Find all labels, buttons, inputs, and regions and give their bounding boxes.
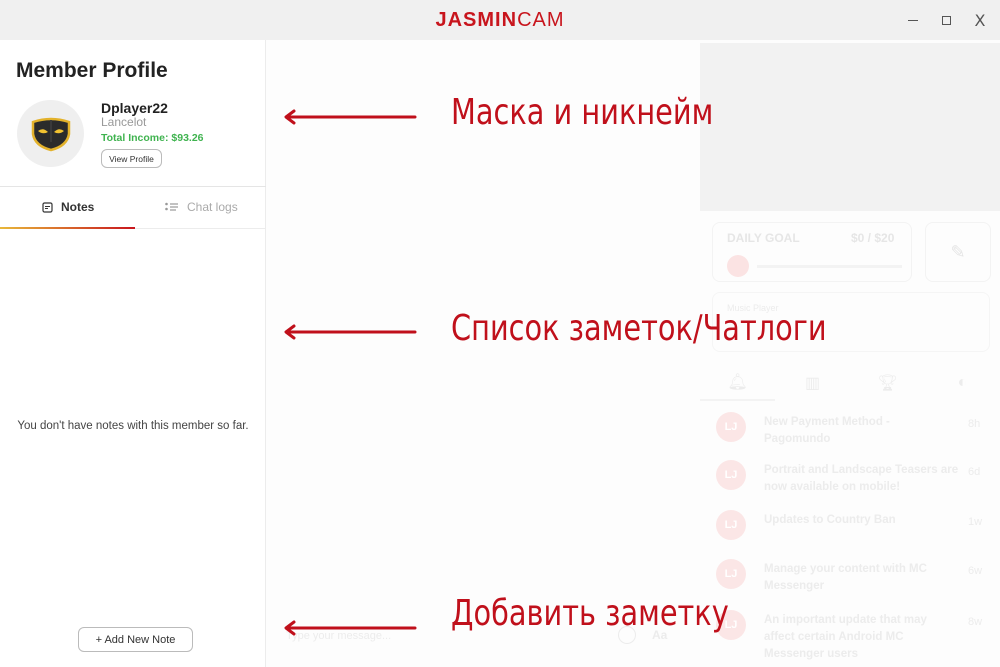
avatar bbox=[17, 100, 84, 167]
empty-notes-message: You don't have notes with this member so… bbox=[17, 420, 249, 432]
tab-notes[interactable]: Notes bbox=[42, 198, 94, 216]
notification-item[interactable]: LJ Portrait and Landscape Teasers are now… bbox=[716, 460, 986, 500]
goal-progress-bar bbox=[757, 265, 902, 268]
app-logo: JASMINCAM bbox=[435, 9, 565, 31]
member-username: Dplayer22 bbox=[101, 100, 168, 116]
lj-avatar-icon: LJ bbox=[716, 559, 746, 589]
lj-avatar-icon: LJ bbox=[716, 460, 746, 490]
bell-icon[interactable]: 🔔︎ bbox=[700, 365, 775, 401]
page-title: Member Profile bbox=[16, 59, 168, 82]
notification-tabs: 🔔︎ ▥ 🏆︎ ◐ bbox=[700, 365, 1000, 401]
headset-icon[interactable]: ◐ bbox=[925, 365, 1000, 401]
minimize-button[interactable] bbox=[903, 10, 923, 30]
lj-avatar-icon: LJ bbox=[716, 412, 746, 442]
annotation-add-note: Добавить заметку bbox=[451, 593, 729, 634]
active-tab-indicator bbox=[0, 227, 135, 229]
sad-face-icon bbox=[727, 255, 749, 277]
maximize-icon bbox=[941, 15, 951, 25]
annotation-mask-nickname: Маска и никнейм bbox=[451, 92, 714, 133]
video-preview bbox=[700, 43, 1000, 211]
trophy-icon[interactable]: 🏆︎ bbox=[850, 365, 925, 401]
annotation-arrow-icon bbox=[284, 620, 417, 636]
close-icon: X bbox=[974, 10, 986, 30]
list-icon bbox=[165, 202, 179, 212]
daily-goal-card: DAILY GOAL $0 / $20 bbox=[712, 222, 912, 282]
total-income: Total Income: $93.26 bbox=[101, 132, 204, 144]
add-new-note-button[interactable]: + Add New Note bbox=[78, 627, 193, 652]
view-profile-button[interactable]: View Profile bbox=[101, 149, 162, 168]
annotation-arrow-icon bbox=[284, 109, 417, 125]
member-realname: Lancelot bbox=[101, 115, 147, 129]
annotation-arrow-icon bbox=[284, 324, 417, 340]
notification-item[interactable]: LJ Manage your content with MC Messenger 6… bbox=[716, 559, 986, 599]
note-icon bbox=[42, 201, 53, 213]
pencil-icon: ✎ bbox=[950, 241, 966, 262]
notification-item[interactable]: LJ An important update that may affect ce… bbox=[716, 610, 986, 660]
tab-chat-logs[interactable]: Chat logs bbox=[165, 198, 238, 216]
notification-item[interactable]: LJ Updates to Country Ban 1w bbox=[716, 510, 986, 550]
notification-item[interactable]: LJ New Payment Method - Pagomundo 8h bbox=[716, 412, 986, 452]
annotation-notes-chatlogs: Список заметок/Чатлоги bbox=[451, 308, 827, 349]
minimize-icon bbox=[908, 19, 918, 21]
member-profile-panel: Member Profile Dplayer22 Lancelot Total … bbox=[0, 40, 266, 667]
close-button[interactable]: X bbox=[970, 10, 990, 30]
mask-icon bbox=[31, 117, 70, 151]
chart-icon[interactable]: ▥ bbox=[775, 365, 850, 401]
divider bbox=[0, 186, 266, 187]
maximize-button[interactable] bbox=[936, 10, 956, 30]
lj-avatar-icon: LJ bbox=[716, 510, 746, 540]
title-bar: JASMINCAM X bbox=[0, 0, 1000, 40]
edit-goal-button[interactable]: ✎ bbox=[925, 222, 991, 282]
